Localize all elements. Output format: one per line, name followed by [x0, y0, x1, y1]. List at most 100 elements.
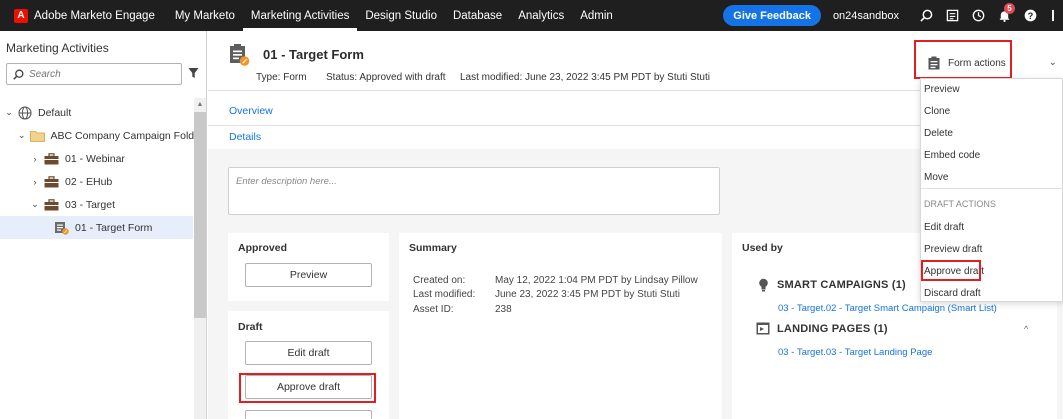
sandbox-name[interactable]: on24sandbox [833, 10, 899, 22]
form-actions-menu: Preview Clone Delete Embed code Move DRA… [920, 78, 1063, 302]
tree-item-label: 03 - Target [65, 198, 116, 211]
menu-item-delete[interactable]: Delete [924, 128, 953, 139]
approved-panel: Approved Preview [228, 233, 389, 301]
filter-icon[interactable] [188, 67, 199, 82]
tree-item-label: Default [38, 106, 72, 119]
smart-campaigns-heading[interactable]: SMART CAMPAIGNS (1) [758, 278, 906, 292]
smart-campaign-link[interactable]: 03 - Target.02 - Target Smart Campaign (… [778, 303, 997, 314]
summary-title: Summary [409, 242, 457, 254]
draft-actions-heading: DRAFT ACTIONS [924, 199, 996, 209]
brand[interactable]: A Adobe Marketo Engage [0, 0, 167, 31]
sidebar: Marketing Activities ⌄ Default ⌄ ABC Com… [0, 31, 207, 419]
preview-approved-button[interactable]: Preview [245, 263, 372, 287]
svg-text:?: ? [1027, 11, 1033, 21]
tree-search[interactable] [6, 63, 182, 85]
chevron-down-icon[interactable]: ⌄ [18, 130, 26, 141]
menu-item-edit-draft[interactable]: Edit draft [924, 222, 964, 233]
nav-my-marketo[interactable]: My Marketo [167, 0, 243, 31]
draft-title: Draft [238, 321, 263, 333]
sidebar-title: Marketing Activities [6, 41, 109, 55]
bell-icon[interactable]: 5 [991, 0, 1017, 31]
form-actions-highlight [914, 40, 1012, 79]
form-icon [228, 43, 250, 70]
notification-badge: 5 [1004, 3, 1015, 14]
modified-value: June 23, 2022 3:45 PM PDT by Stuti Stuti [495, 289, 680, 300]
lightbulb-icon [759, 278, 768, 292]
nav-design-studio[interactable]: Design Studio [357, 0, 445, 31]
landing-pages-label: LANDING PAGES (1) [777, 322, 888, 335]
program-briefcase-icon [44, 152, 59, 165]
menu-item-discard-draft[interactable]: Discard draft [924, 288, 981, 299]
asset-type: Type: Form [256, 72, 307, 83]
top-navigation: A Adobe Marketo Engage My Marketo Market… [0, 0, 1063, 31]
menu-item-embed-code[interactable]: Embed code [924, 150, 980, 161]
asset-status: Status: Approved with draft [326, 72, 446, 83]
nav-database[interactable]: Database [445, 0, 510, 31]
tab-overview[interactable]: Overview [229, 105, 273, 117]
tree-item-target-form[interactable]: 01 - Target Form [0, 216, 193, 239]
sidebar-scrollbar[interactable]: ▲ [194, 98, 206, 419]
last-modified: Last modified: June 23, 2022 3:45 PM PDT… [460, 72, 710, 83]
draft-panel: Draft Edit draft Approve draft [228, 311, 389, 419]
page-title: 01 - Target Form [263, 47, 364, 62]
folder-icon [29, 130, 45, 142]
tree-item-ehub[interactable]: › 02 - EHub [0, 170, 193, 193]
approve-draft-menu-highlight [921, 260, 981, 281]
menu-item-move[interactable]: Move [924, 172, 948, 183]
tree-item-label: 01 - Target Form [75, 221, 153, 234]
search-icon [13, 69, 24, 80]
nav-marketing-activities[interactable]: Marketing Activities [242, 0, 358, 31]
tab-details[interactable]: Details [229, 131, 261, 143]
menu-item-clone[interactable]: Clone [924, 106, 950, 117]
tree-item-target[interactable]: ⌄ 03 - Target [0, 193, 193, 216]
approved-title: Approved [238, 242, 288, 254]
program-briefcase-icon [44, 175, 59, 188]
used-by-title: Used by [742, 242, 783, 254]
landing-page-icon [756, 322, 770, 335]
chevron-right-icon[interactable]: › [30, 177, 40, 187]
chevron-down-icon[interactable]: ⌄ [30, 199, 40, 210]
scroll-up-icon[interactable]: ▲ [194, 98, 206, 110]
folder-tree: ⌄ Default ⌄ ABC Company Campaign Folder … [0, 101, 203, 239]
chevron-up-icon[interactable]: ^ [1024, 324, 1028, 334]
landing-page-link[interactable]: 03 - Target.03 - Target Landing Page [778, 347, 932, 358]
asset-id-label: Asset ID: [413, 304, 454, 315]
adobe-logo-icon: A [14, 8, 28, 23]
chevron-down-icon: ⌄ [1048, 57, 1057, 68]
tree-item-default[interactable]: ⌄ Default [0, 101, 193, 124]
modified-label: Last modified: [413, 289, 476, 300]
main-content: 01 - Target Form Type: Form Status: Appr… [208, 31, 1063, 419]
search-input[interactable] [29, 68, 169, 80]
description-field[interactable]: Enter description here... [228, 167, 720, 215]
landing-pages-heading[interactable]: LANDING PAGES (1) [756, 322, 888, 335]
menu-item-preview-draft[interactable]: Preview draft [924, 244, 982, 255]
nav-admin[interactable]: Admin [572, 0, 621, 31]
scroll-thumb[interactable] [194, 112, 206, 318]
menu-divider [921, 188, 1063, 189]
created-value: May 12, 2022 1:04 PM PDT by Lindsay Pill… [495, 275, 698, 286]
program-briefcase-icon [44, 198, 59, 211]
brand-name: Adobe Marketo Engage [34, 9, 155, 22]
tree-item-abc-folder[interactable]: ⌄ ABC Company Campaign Folder [0, 124, 203, 147]
edit-draft-button[interactable]: Edit draft [245, 341, 372, 365]
search-icon[interactable] [913, 0, 939, 31]
help-icon[interactable]: ? [1017, 0, 1043, 31]
menu-item-preview[interactable]: Preview [924, 84, 960, 95]
calendar-icon[interactable] [939, 0, 965, 31]
tree-item-webinar[interactable]: › 01 - Webinar [0, 147, 193, 170]
user-account-icon[interactable] [1043, 0, 1063, 31]
chevron-right-icon[interactable]: › [30, 154, 40, 164]
tree-item-label: 01 - Webinar [65, 152, 125, 165]
approve-draft-highlight [239, 373, 376, 403]
nav-analytics[interactable]: Analytics [510, 0, 572, 31]
clock-icon[interactable] [965, 0, 991, 31]
created-label: Created on: [413, 275, 466, 286]
give-feedback-button[interactable]: Give Feedback [723, 5, 821, 26]
chevron-down-icon[interactable]: ⌄ [4, 107, 14, 118]
summary-panel: Summary [399, 233, 722, 419]
smart-campaigns-label: SMART CAMPAIGNS (1) [777, 279, 906, 291]
tree-item-label: 02 - EHub [65, 175, 113, 188]
tree-item-label: ABC Company Campaign Folder [50, 129, 204, 142]
asset-id-value: 238 [495, 304, 512, 315]
next-button-edge[interactable] [245, 410, 372, 419]
